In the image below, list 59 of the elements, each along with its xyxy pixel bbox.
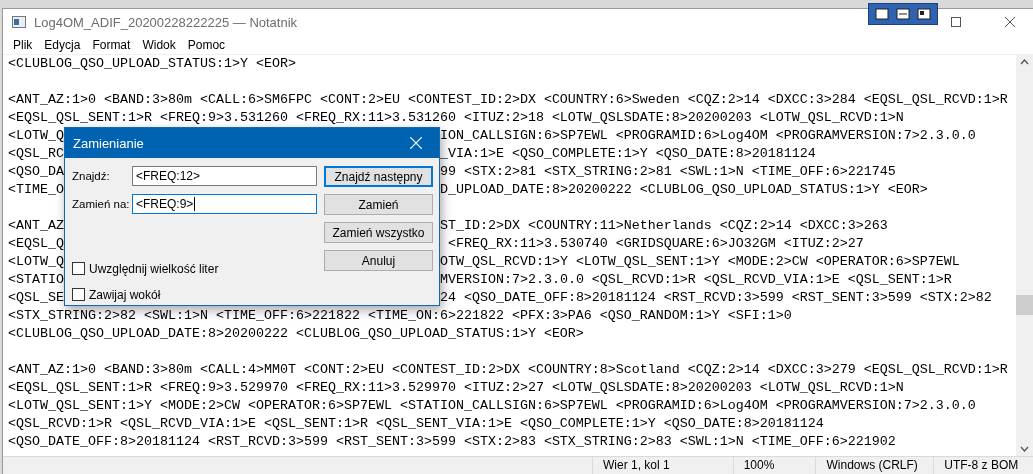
checkbox-label: Uwzględnij wielkość liter [89, 261, 219, 276]
status-text: UTF-8 z BOM [933, 457, 1033, 474]
text-line: <STATIO [8, 271, 64, 289]
notepad-icon [12, 16, 26, 28]
checkbox[interactable] [72, 288, 85, 301]
dialog-button[interactable]: Zamień [324, 194, 433, 215]
text-line: D_UPLOAD_DATE:8>20200222 <CLUBLOG_QSO_UPLOAD_STATUS:1>Y <EOR> [439, 181, 928, 199]
text-line: <STX_STRING:2>82 <SWL:1>N <TIME_OFF:6>221822 <TIME_ON:6>221822 <PFX:3>PA6 <QSO_RANDOM:1>Y <SFI:1>0 [8, 307, 792, 325]
field-label: Zamień na: [72, 198, 131, 210]
text-line: <EQSL_Q [8, 235, 64, 253]
input-field[interactable]: <FREQ:9> [132, 194, 317, 214]
text-line: <QSO_DA [8, 163, 64, 181]
menu-item[interactable]: Widok [136, 37, 182, 52]
text-line: OTW_QSL_RCVD:1>Y <LOTW_QSL_SENT:1>Y <MODE:2>CW <OPERATOR:6>SP7EWL [439, 253, 960, 271]
dialog-button[interactable]: Zamień wszystko [324, 222, 433, 243]
text-line: <QSO_DATE_OFF:8>20181124 <RST_RCVD:3>599 <RST_SENT:3>599 <STX:2>83 <STX_STRING:2>83 <SWL:1>N <TIME_OFF:6>221902 [8, 433, 896, 451]
text-line: _VIA:1>E <QSO_COMPLETE:1>Y <QSO_DATE:8>20181124 [439, 145, 816, 163]
menu-item[interactable]: Format [86, 37, 137, 52]
checkbox[interactable] [72, 262, 85, 275]
maximize-icon[interactable] [951, 17, 961, 27]
window-title: Log4OM_ADIF_20200228222225 — Notatnik [34, 14, 298, 30]
close-icon[interactable] [1005, 17, 1015, 27]
text-line: MVERSION:7>2.3.0.0 <QSL_RCVD:1>R <QSL_RCVD_VIA:1>E <QSL_SENT:1>R [439, 271, 952, 289]
status-text: 100% [732, 457, 816, 474]
text-line: <LOTW_Q [8, 127, 64, 145]
scroll-thumb[interactable] [1016, 295, 1033, 315]
dialog-title: Zamienianie [73, 135, 144, 151]
text-line: <ANT_AZ [8, 217, 64, 235]
text-line: <FREQ_RX:11>3.530740 <GRIDSQUARE:6>JO32GM <ITUZ:2>27 [446, 235, 864, 253]
text-line: <LOTW_Q [8, 253, 64, 271]
text-line: <QSL_RC [8, 145, 64, 163]
dialog-button[interactable]: Znajdź następny [324, 166, 433, 187]
text-line: 24 <QSO_DATE_OFF:8>20181124 <RST_RCVD:3>599 <RST_SENT:3>599 <STX:2>82 [439, 289, 992, 307]
menu-item[interactable]: Edycja [38, 37, 87, 52]
field-label: Znajdź: [72, 170, 111, 182]
vertical-scrollbar[interactable] [1016, 55, 1033, 456]
text-line: <EQSL_QSL_SENT:1>R <FREQ:9>3.531260 <FREQ_RX:11>3.531260 <ITUZ:2>18 <LOTW_QSLSDATE:8>20200203 <LOTW_QSL_RCVD:1>N [8, 109, 904, 127]
text-line: <EQSL_QSL_SENT:1>R <FREQ:9>3.529970 <FREQ_RX:11>3.529970 <ITUZ:2>27 <LOTW_QSLSDATE:8>20200203 <LOTW_QSL_RCVD:1>N [8, 379, 904, 397]
text-line: <QSL_RCVD:1>R <QSL_RCVD_VIA:1>E <QSL_SENT:1>R <QSL_SENT_VIA:1>E <QSO_COMPLETE:1>Y <QSO_DATE:8>20181124 [8, 415, 824, 433]
window-icon[interactable] [875, 8, 890, 20]
text-line: <CLUBLOG_QSO_UPLOAD_STATUS:1>Y <EOR> [8, 55, 296, 73]
menu-item[interactable]: Plik [7, 37, 39, 52]
checkbox-label: Zawijaj wokół [89, 287, 161, 302]
text-line: ION_CALLSIGN:6>SP7EWL <PROGRAMID:6>Log4OM <PROGRAMVERSION:7>2.3.0.0 [439, 127, 976, 145]
text-line: <ANT_AZ:1>0 <BAND:3>80m <CALL:6>SM6FPC <CONT:2>EU <CONTEST_ID:2>DX <COUNTRY:6>Sweden <CQZ:2>14 <DXCC:3>284 <EQSL_QSL_RCVD:1>R [8, 91, 1008, 109]
text-line: <ANT_AZ:1>0 <BAND:3>80m <CALL:4>MM0T <CONT:2>EU <CONTEST_ID:2>DX <COUNTRY:8>Scotland <CQZ:2>14 <DXCC:3>279 <EQSL_QSL_RCVD:1>R [8, 361, 1008, 379]
status-text: Wier 1, kol 1 [592, 457, 733, 474]
text-line: ST_ID:2>DX <COUNTRY:11>Netherlands <CQZ:2>14 <DXCC:3>263 [439, 217, 888, 235]
window-icon[interactable] [916, 8, 931, 20]
dialog-button[interactable]: Anuluj [324, 250, 433, 271]
window-icon[interactable] [896, 8, 910, 20]
text-line: <CLUBLOG_QSO_UPLOAD_DATE:8>20200222 <CLUBLOG_QSO_UPLOAD_STATUS:1>Y <EOR> [8, 325, 584, 343]
text-line: <TIME_O [8, 181, 64, 199]
text-line: 99 <STX:2>81 <STX_STRING:2>81 <SWL:1>N <TIME_OFF:6>221745 [439, 163, 896, 181]
text-line: <QSL_SE [8, 289, 64, 307]
input-field[interactable]: <FREQ:12> [132, 166, 317, 186]
text-line: <LOTW_QSL_SENT:1>Y <MODE:2>CW <OPERATOR:6>SP7EWL <STATION_CALLSIGN:6>SP7EWL <PROGRAMID:6>Log4OM <PROGRAMVERSION:7>2.3.0.0 [8, 397, 976, 415]
status-text: Windows (CRLF) [815, 457, 934, 474]
menu-item[interactable]: Pomoc [181, 37, 232, 52]
